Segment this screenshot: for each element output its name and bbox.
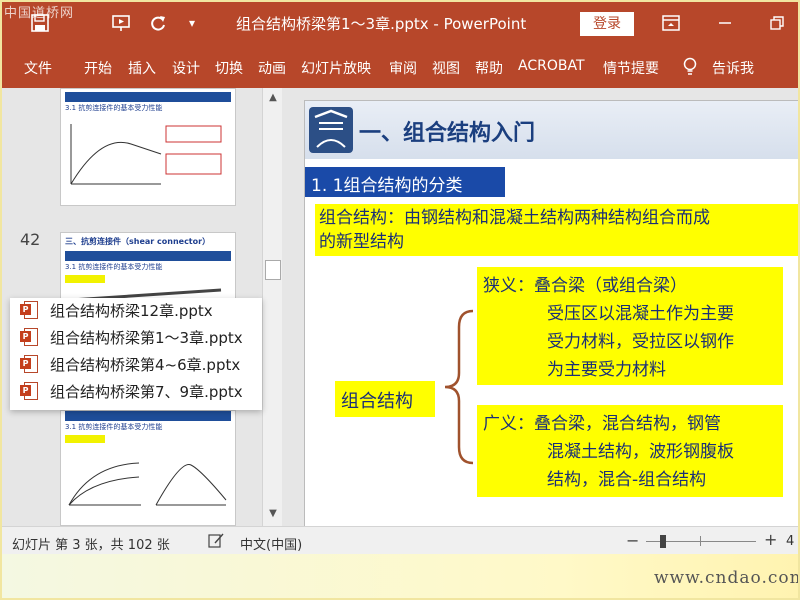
watermark-bottom: www.cndao.com [654, 568, 800, 588]
thumbnail-caption: 3.1 抗剪连接件的基本受力性能 [65, 423, 163, 431]
pptx-file-icon: P [20, 381, 38, 401]
thumbnail-caption: 3.1 抗剪连接件的基本受力性能 [65, 104, 163, 112]
definition-line: 的新型结构 [319, 232, 404, 252]
recent-file-item[interactable]: P 组合结构桥梁第7、9章.pptx [20, 379, 243, 403]
tell-me-box[interactable]: 告诉我 [712, 58, 754, 78]
thumbnail-title: 三、抗剪连接件（shear connector） [65, 237, 211, 246]
scroll-down-icon[interactable]: ▼ [267, 508, 279, 520]
definition-box: 组合结构：由钢结构和混凝土结构两种结构组合而成 的新型结构 [315, 204, 800, 256]
term-box: 组合结构 [335, 381, 435, 417]
slide-thumbnail[interactable]: 3.1 抗剪连接件的基本受力性能 [60, 88, 236, 206]
zoom-in-icon[interactable]: + [764, 530, 777, 549]
slide-thumbnail[interactable]: 三、抗剪连接件（shear connector） 3.1 抗剪连接件的基本受力性… [60, 232, 236, 304]
redo-icon[interactable] [146, 11, 170, 35]
narrow-definition-box: 狭义：叠合梁（或组合梁） 受压区以混凝土作为主要 受力材料，受拉区以钢作 为主要… [477, 267, 783, 385]
scroll-thumb[interactable] [265, 260, 281, 280]
tab-design[interactable]: 设计 [172, 58, 200, 78]
current-slide[interactable]: 一、组合结构入门 1. 1组合结构的分类 组合结构：由钢结构和混凝土结构两种结构… [304, 100, 800, 526]
ribbon-display-icon[interactable] [658, 10, 684, 36]
narrow-line: 受力材料，受拉区以钢作 [547, 332, 734, 352]
narrow-line: 受压区以混凝土作为主要 [547, 304, 734, 324]
tab-home[interactable]: 开始 [84, 58, 112, 78]
tab-file[interactable]: 文件 [24, 58, 52, 78]
slide-counter: 幻灯片 第 3 张，共 102 张 [12, 538, 170, 553]
tab-review[interactable]: 审阅 [389, 58, 417, 78]
narrow-line: 为主要受力材料 [547, 360, 666, 380]
recent-file-item[interactable]: P 组合结构桥梁第4~6章.pptx [20, 352, 240, 376]
zoom-level[interactable]: 4 [786, 534, 794, 549]
lightbulb-icon [683, 57, 697, 75]
definition-text: 组合结构：由钢结构和混凝土结构两种结构组合而成 的新型结构 [319, 206, 800, 254]
section-heading-text: 1. 1组合结构的分类 [311, 176, 463, 196]
section-heading: 1. 1组合结构的分类 [305, 167, 505, 197]
tab-help[interactable]: 帮助 [475, 58, 503, 78]
thumbnail-caption: 3.1 抗剪连接件的基本受力性能 [65, 263, 163, 271]
broad-definition-box: 广义：叠合梁，混合结构，钢管 混凝土结构，波形钢腹板 结构，混合-组合结构 [477, 405, 783, 497]
term-label: 组合结构 [341, 391, 413, 412]
recent-files-popup: P 组合结构桥梁12章.pptx P 组合结构桥梁第1～3章.pptx P 组合… [10, 298, 262, 410]
scroll-up-icon[interactable]: ▲ [267, 92, 279, 104]
restore-icon[interactable] [764, 10, 790, 36]
pptx-file-icon: P [20, 300, 38, 320]
tab-animations[interactable]: 动画 [258, 58, 286, 78]
thumbnail-graph [70, 124, 222, 185]
recent-file-item[interactable]: P 组合结构桥梁12章.pptx [20, 298, 213, 322]
pptx-file-icon: P [20, 354, 38, 374]
university-logo [309, 107, 353, 153]
pptx-file-icon: P [20, 327, 38, 347]
tab-view[interactable]: 视图 [432, 58, 460, 78]
zoom-center-mark [700, 536, 701, 546]
customize-qat-icon[interactable]: ▾ [180, 11, 204, 35]
thumbnail-scrollbar[interactable]: ▲ ▼ [262, 88, 282, 526]
zoom-slider-knob[interactable] [660, 535, 666, 548]
minimize-icon[interactable] [712, 10, 738, 36]
slide-thumbnail[interactable]: 3.1 抗剪连接件的基本受力性能 [60, 410, 236, 526]
thumbnail-graph [68, 462, 227, 506]
status-bar: 幻灯片 第 3 张，共 102 张 中文(中国) − + 4 [0, 526, 800, 554]
tab-slideshow[interactable]: 幻灯片放映 [301, 58, 371, 78]
recent-file-name: 组合结构桥梁第1～3章.pptx [50, 328, 243, 347]
curly-brace [444, 309, 474, 465]
recent-file-name: 组合结构桥梁第7、9章.pptx [50, 382, 243, 401]
broad-line: 结构，混合-组合结构 [547, 470, 707, 490]
ribbon-tabs: 文件 开始 插入 设计 切换 动画 幻灯片放映 审阅 视图 帮助 ACROBAT… [0, 46, 800, 88]
slide-header: 一、组合结构入门 [305, 101, 800, 159]
broad-line: 混凝土结构，波形钢腹板 [547, 442, 734, 462]
window-title: 组合结构桥梁第1～3章.pptx - PowerPoint [236, 15, 527, 33]
slide-editor[interactable]: 一、组合结构入门 1. 1组合结构的分类 组合结构：由钢结构和混凝土结构两种结构… [282, 88, 800, 526]
notes-icon[interactable] [208, 533, 224, 548]
save-icon[interactable] [28, 11, 52, 35]
recent-file-name: 组合结构桥梁第4~6章.pptx [50, 355, 241, 374]
tab-transitions[interactable]: 切换 [215, 58, 243, 78]
present-icon[interactable] [109, 11, 133, 35]
tab-storyboard[interactable]: 情节提要 [603, 58, 659, 78]
recent-file-item[interactable]: P 组合结构桥梁第1～3章.pptx [20, 325, 243, 349]
tab-insert[interactable]: 插入 [128, 58, 156, 78]
narrow-line: 狭义：叠合梁（或组合梁） [483, 276, 687, 296]
broad-line: 广义：叠合梁，混合结构，钢管 [483, 414, 721, 434]
background-page-strip: www.cndao.com [0, 554, 800, 600]
zoom-out-icon[interactable]: − [626, 531, 639, 550]
tab-acrobat[interactable]: ACROBAT [518, 58, 585, 74]
slide-number: 42 [20, 230, 41, 249]
language-indicator[interactable]: 中文(中国) [240, 534, 302, 553]
signin-button[interactable]: 登录 [580, 12, 634, 36]
title-bar: 中国道桥网 ▾ 组合结构桥梁第1～3章.pptx - PowerPoint 登录 [0, 0, 800, 46]
definition-line: 组合结构：由钢结构和混凝土结构两种结构组合而成 [319, 208, 710, 228]
recent-file-name: 组合结构桥梁12章.pptx [50, 301, 213, 320]
slide-title: 一、组合结构入门 [359, 121, 536, 146]
